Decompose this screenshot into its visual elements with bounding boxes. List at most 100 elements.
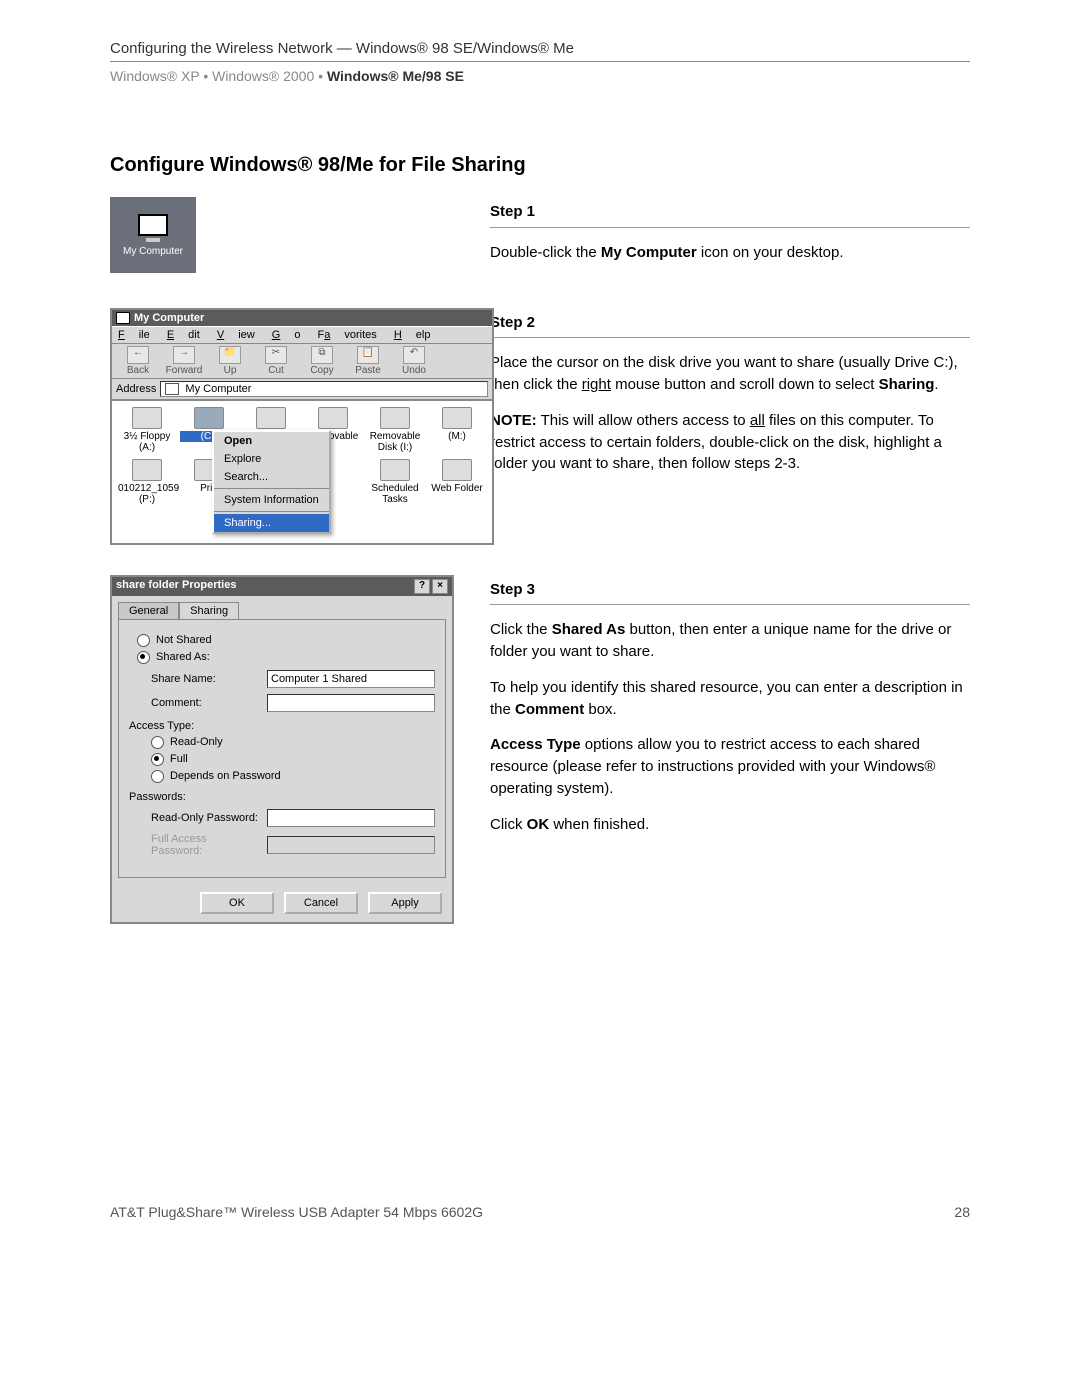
crumb-sep: • (318, 68, 327, 84)
ctx-explore[interactable]: Explore (214, 450, 329, 468)
address-value: My Computer (185, 383, 251, 395)
page-number: 28 (954, 1204, 970, 1220)
radio-depends[interactable]: Depends on Password (151, 770, 435, 783)
context-menu: Open Explore Search... System Informatio… (212, 430, 331, 534)
ctx-sep (214, 511, 329, 512)
menu-view[interactable]: View (217, 329, 255, 341)
fa-password-row: Full Access Password: (151, 833, 435, 857)
menu-go[interactable]: Go (272, 329, 301, 341)
label: Cut (268, 365, 284, 376)
access-type-label: Access Type: (129, 720, 435, 732)
drive-p[interactable]: 010212_1059 (P:) (118, 459, 176, 505)
text: mouse button and scroll down to select (611, 376, 879, 393)
step2-body: Place the cursor on the disk drive you w… (490, 352, 970, 396)
drive-removable-i[interactable]: Removable Disk (I:) (366, 407, 424, 453)
removable-icon (380, 407, 410, 429)
crumb-me98[interactable]: Windows® Me/98 SE (327, 68, 464, 84)
ro-password-row: Read-Only Password: (151, 809, 435, 827)
menu-edit[interactable]: Edit (167, 329, 200, 341)
label: Up (224, 365, 237, 376)
crumb-xp[interactable]: Windows® XP (110, 68, 199, 84)
text: when finished. (549, 816, 649, 833)
radio-icon (137, 634, 150, 647)
close-button[interactable]: × (432, 579, 448, 594)
page-header: Configuring the Wireless Network — Windo… (110, 40, 970, 62)
comment-input[interactable] (267, 694, 435, 712)
tab-general[interactable]: General (118, 602, 179, 619)
drive-floppy-a[interactable]: 3½ Floppy (A:) (118, 407, 176, 453)
ctx-search[interactable]: Search... (214, 468, 329, 486)
radio-not-shared[interactable]: Not Shared (137, 634, 435, 647)
drive-m[interactable]: (M:) (428, 407, 486, 453)
ro-password-input[interactable] (267, 809, 435, 827)
menu-help[interactable]: Help (394, 329, 431, 341)
address-field[interactable]: My Computer (160, 381, 488, 397)
ctx-sep (214, 488, 329, 489)
apply-button[interactable]: Apply (368, 892, 442, 914)
titlebar: My Computer (112, 310, 492, 326)
crumb-2000[interactable]: Windows® 2000 (212, 68, 314, 84)
radio-label: Full (170, 753, 188, 765)
text-underline: right (582, 376, 611, 393)
ctx-open[interactable]: Open (214, 432, 329, 450)
drive-label: Removable Disk (I:) (366, 431, 424, 453)
text: . (934, 376, 938, 393)
menubar: File Edit View Go Favorites Help (112, 326, 492, 344)
ro-password-label: Read-Only Password: (151, 812, 261, 824)
radio-label: Depends on Password (170, 770, 281, 782)
step1-body: Double-click the My Computer icon on you… (490, 242, 970, 264)
paste-icon: 📋 (357, 346, 379, 364)
tab-sharing[interactable]: Sharing (179, 602, 239, 619)
copy-button[interactable]: ⧉Copy (300, 346, 344, 376)
drive-label: 010212_1059 (P:) (118, 483, 176, 505)
radio-label: Shared As: (156, 651, 210, 663)
window-icon (116, 312, 130, 324)
text-bold: My Computer (601, 244, 697, 261)
radio-icon (151, 753, 164, 766)
cancel-button[interactable]: Cancel (284, 892, 358, 914)
menu-favorites[interactable]: Favorites (318, 329, 377, 341)
text: Click (490, 816, 527, 833)
comment-row: Comment: (151, 694, 435, 712)
text-bold: Shared As (552, 621, 626, 638)
fa-password-input (267, 836, 435, 854)
back-arrow-icon: ← (127, 346, 149, 364)
share-name-row: Share Name: (151, 670, 435, 688)
network-drive-icon (132, 459, 162, 481)
cut-button[interactable]: ✂Cut (254, 346, 298, 376)
forward-button[interactable]: →Forward (162, 346, 206, 376)
footer-left: AT&T Plug&Share™ Wireless USB Adapter 54… (110, 1204, 483, 1220)
menu-file[interactable]: File (118, 329, 150, 341)
floppy-icon (132, 407, 162, 429)
disk-icon (194, 407, 224, 429)
back-button[interactable]: ←Back (116, 346, 160, 376)
label: Copy (310, 365, 333, 376)
ok-button[interactable]: OK (200, 892, 274, 914)
undo-button[interactable]: ↶Undo (392, 346, 436, 376)
ctx-sharing[interactable]: Sharing... (214, 514, 329, 532)
up-button[interactable]: 📁Up (208, 346, 252, 376)
help-button[interactable]: ? (414, 579, 430, 594)
text-underline: all (750, 412, 765, 429)
step3-p1: Click the Shared As button, then enter a… (490, 619, 970, 663)
radio-read-only[interactable]: Read-Only (151, 736, 435, 749)
radio-full[interactable]: Full (151, 753, 435, 766)
undo-icon: ↶ (403, 346, 425, 364)
crumb-sep: • (203, 68, 212, 84)
radio-shared-as[interactable]: Shared As: (137, 651, 435, 664)
dialog-titlebar: share folder Properties ? × (112, 577, 452, 596)
my-computer-desktop-icon[interactable]: My Computer (110, 197, 196, 273)
scheduled-tasks[interactable]: Scheduled Tasks (366, 459, 424, 505)
my-computer-window: My Computer File Edit View Go Favorites … (110, 308, 494, 545)
window-title: My Computer (134, 312, 204, 324)
monitor-stand-icon (146, 238, 160, 242)
paste-button[interactable]: 📋Paste (346, 346, 390, 376)
share-name-input[interactable] (267, 670, 435, 688)
web-folders[interactable]: Web Folder (428, 459, 486, 505)
text: Double-click the (490, 244, 601, 261)
ctx-sysinfo[interactable]: System Information (214, 491, 329, 509)
step1-title: Step 1 (490, 201, 970, 223)
address-bar: Address My Computer (112, 379, 492, 401)
passwords-label: Passwords: (129, 791, 435, 803)
dialog-title: share folder Properties (116, 579, 236, 594)
